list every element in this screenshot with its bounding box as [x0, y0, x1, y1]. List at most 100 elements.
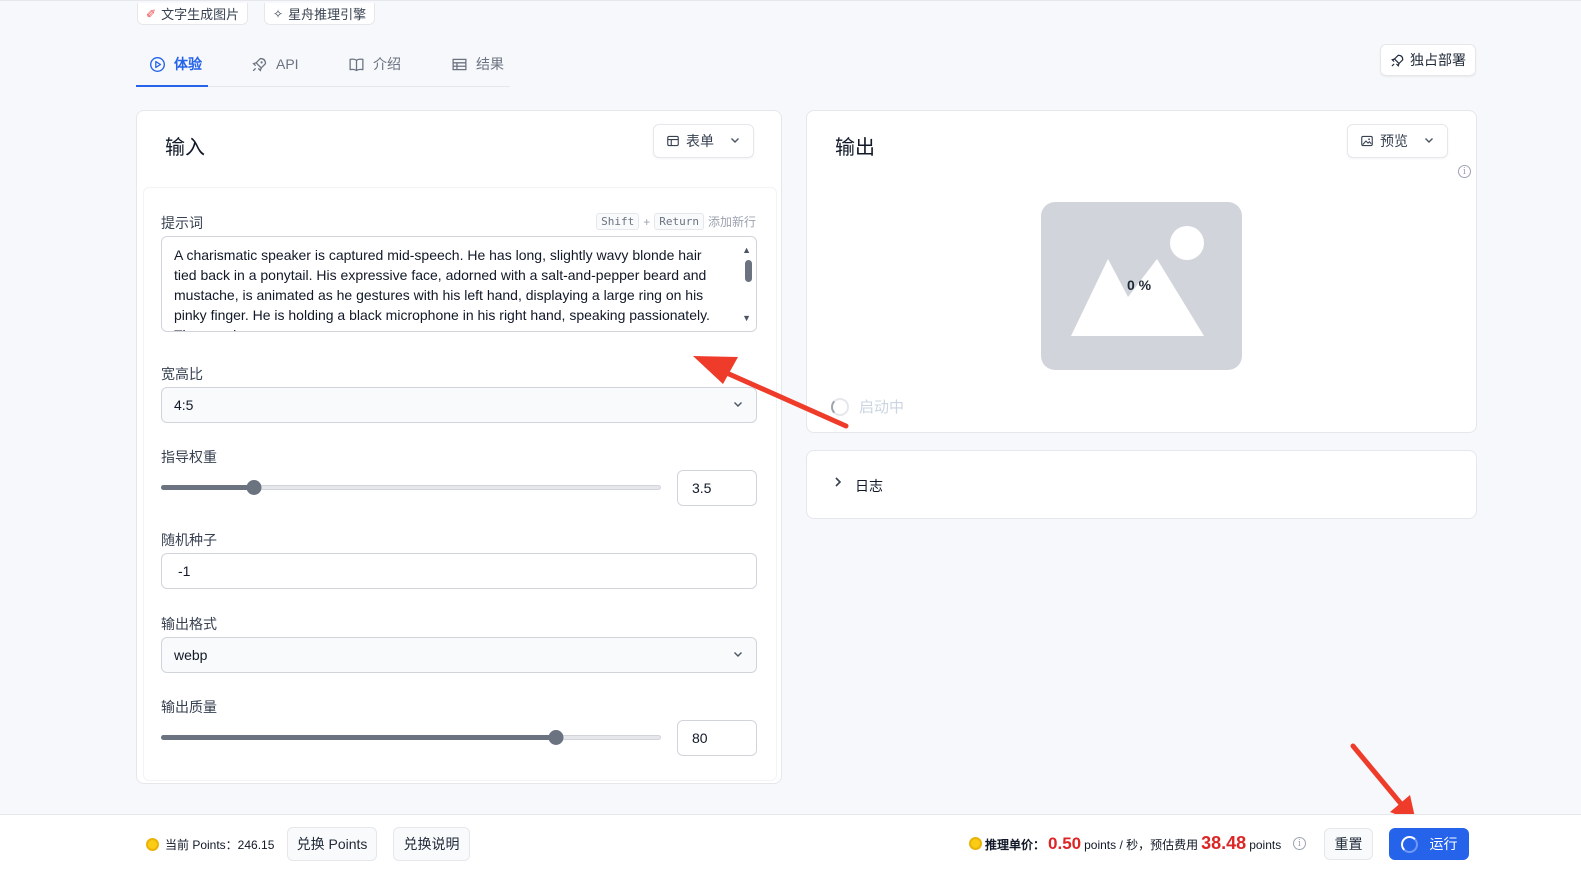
guidance-label: 指导权重	[161, 449, 217, 465]
input-view-select-label: 表单	[686, 133, 714, 149]
sparkle-icon: ✧	[273, 6, 284, 21]
chevron-down-icon	[729, 133, 741, 149]
output-quality-input[interactable]: 80	[677, 720, 757, 756]
chevron-down-icon	[732, 397, 744, 413]
rocket-icon	[252, 57, 267, 72]
starting-status: 启动中	[831, 396, 904, 417]
current-points: 当前 Points：246.15	[146, 836, 274, 853]
unit-price-label: 推理单价：	[985, 838, 1046, 852]
chevron-right-icon	[833, 475, 843, 491]
guidance-slider-thumb[interactable]	[246, 480, 261, 495]
shift-key: Shift	[596, 213, 640, 230]
seed-input[interactable]: -1	[161, 553, 757, 589]
current-points-text: 当前 Points：246.15	[165, 838, 275, 852]
bottom-bar: 当前 Points：246.15 兑换 Points 兑换说明 推理单价： 0.…	[0, 814, 1581, 873]
exclusive-deploy-label: 独占部署	[1410, 52, 1466, 68]
info-icon[interactable]: i	[1458, 165, 1471, 178]
table-icon	[452, 58, 467, 70]
text-to-image-chip[interactable]: ✐ 文字生成图片	[137, 3, 249, 25]
output-quality-slider-thumb[interactable]	[548, 730, 564, 745]
scroll-down-arrow-icon[interactable]: ▼	[742, 308, 751, 328]
run-label: 运行	[1429, 836, 1458, 852]
output-format-label: 输出格式	[161, 616, 217, 632]
return-key: Return	[654, 213, 704, 230]
redeem-info-button[interactable]: 兑换说明	[393, 827, 470, 861]
output-format-select[interactable]: webp	[161, 637, 757, 673]
output-panel: 输出 预览 i 0 % 启动中	[806, 110, 1477, 433]
guidance-input[interactable]: 3.5	[677, 470, 757, 506]
unit-price-value: 0.50	[1048, 834, 1082, 853]
estimated-cost-value: 38.48	[1201, 833, 1247, 853]
active-tab-indicator	[136, 85, 208, 87]
pricing-info-icon[interactable]: i	[1293, 837, 1306, 850]
prompt-label: 提示词	[161, 215, 203, 231]
run-button[interactable]: 运行	[1389, 828, 1469, 860]
coin-icon	[969, 837, 982, 850]
generation-progress: 0 %	[1127, 277, 1152, 293]
text-to-image-label: 文字生成图片	[161, 7, 240, 22]
tab-results[interactable]: 结果	[451, 41, 504, 87]
loading-spinner-icon	[831, 397, 849, 416]
top-bar: ✐ 文字生成图片 ✧ 星舟推理引擎 体验 API 介绍 结果 独占部署	[0, 0, 1581, 88]
redeem-points-button[interactable]: 兑换 Points	[287, 827, 377, 861]
aspect-ratio-label: 宽高比	[161, 366, 203, 382]
prompt-text: A charismatic speaker is captured mid-sp…	[174, 247, 710, 331]
output-quality-slider[interactable]	[161, 727, 661, 747]
redeem-points-label: 兑换 Points	[296, 836, 368, 852]
prompt-textarea[interactable]: A charismatic speaker is captured mid-sp…	[161, 236, 757, 332]
plus-sign: +	[643, 214, 651, 229]
newline-hint: Shift + Return 添加新行	[596, 213, 756, 230]
input-panel-title: 输入	[165, 137, 205, 159]
tab-api-label: API	[276, 56, 299, 72]
redeem-info-label: 兑换说明	[403, 836, 460, 852]
coin-icon	[146, 838, 159, 851]
unit-price-suffix: points / 秒，预估费用	[1084, 838, 1199, 852]
output-panel-title: 输出	[835, 137, 875, 159]
output-quality-value: 80	[692, 730, 708, 746]
reset-label: 重置	[1334, 836, 1363, 852]
tab-experience-label: 体验	[174, 56, 202, 72]
exclusive-deploy-button[interactable]: 独占部署	[1380, 44, 1476, 76]
tab-experience[interactable]: 体验	[149, 41, 202, 87]
aspect-ratio-select[interactable]: 4:5	[161, 387, 757, 423]
input-view-select[interactable]: 表单	[653, 124, 754, 158]
rocket-icon	[1391, 54, 1404, 67]
output-view-select-label: 预览	[1380, 133, 1408, 149]
tab-api[interactable]: API	[251, 41, 299, 87]
guidance-slider[interactable]	[161, 477, 661, 497]
output-quality-slider-fill	[161, 735, 556, 740]
chevron-down-icon	[732, 647, 744, 663]
estimated-cost-suffix: points	[1249, 838, 1282, 852]
aspect-ratio-value: 4:5	[174, 397, 194, 413]
log-label: 日志	[855, 478, 883, 494]
guidance-slider-fill	[161, 485, 254, 490]
output-quality-label: 输出质量	[161, 699, 217, 715]
starting-status-text: 启动中	[859, 399, 905, 416]
engine-label: 星舟推理引擎	[288, 7, 367, 22]
tab-intro-label: 介绍	[373, 56, 401, 72]
log-panel[interactable]: 日志	[806, 450, 1477, 519]
arrow-to-run-button-icon	[1350, 743, 1416, 822]
book-icon	[349, 58, 364, 71]
output-view-select[interactable]: 预览	[1347, 124, 1448, 158]
guidance-value: 3.5	[692, 480, 712, 496]
play-circle-icon	[150, 56, 165, 72]
output-format-value: webp	[174, 647, 208, 663]
input-panel: 输入 表单 提示词 Shift + Return 添加新行 A charisma…	[136, 110, 782, 784]
image-icon	[1361, 135, 1373, 147]
textarea-scrollbar[interactable]	[745, 260, 752, 282]
scroll-up-arrow-icon[interactable]: ▲	[742, 240, 751, 260]
tab-bar: 体验 API 介绍 结果	[136, 41, 510, 87]
engine-chip[interactable]: ✧ 星舟推理引擎	[264, 3, 376, 25]
pricing-info: 推理单价： 0.50 points / 秒，预估费用 38.48 points	[969, 833, 1281, 854]
seed-value: -1	[178, 563, 191, 579]
tab-intro[interactable]: 介绍	[348, 41, 401, 87]
brush-icon: ✐	[146, 6, 157, 21]
loading-spinner-icon	[1400, 835, 1418, 853]
reset-button[interactable]: 重置	[1324, 828, 1373, 860]
tab-results-label: 结果	[476, 56, 504, 72]
table-icon	[667, 135, 679, 147]
chevron-down-icon	[1423, 133, 1435, 149]
seed-label: 随机种子	[161, 532, 217, 548]
newline-hint-text: 添加新行	[707, 215, 756, 229]
